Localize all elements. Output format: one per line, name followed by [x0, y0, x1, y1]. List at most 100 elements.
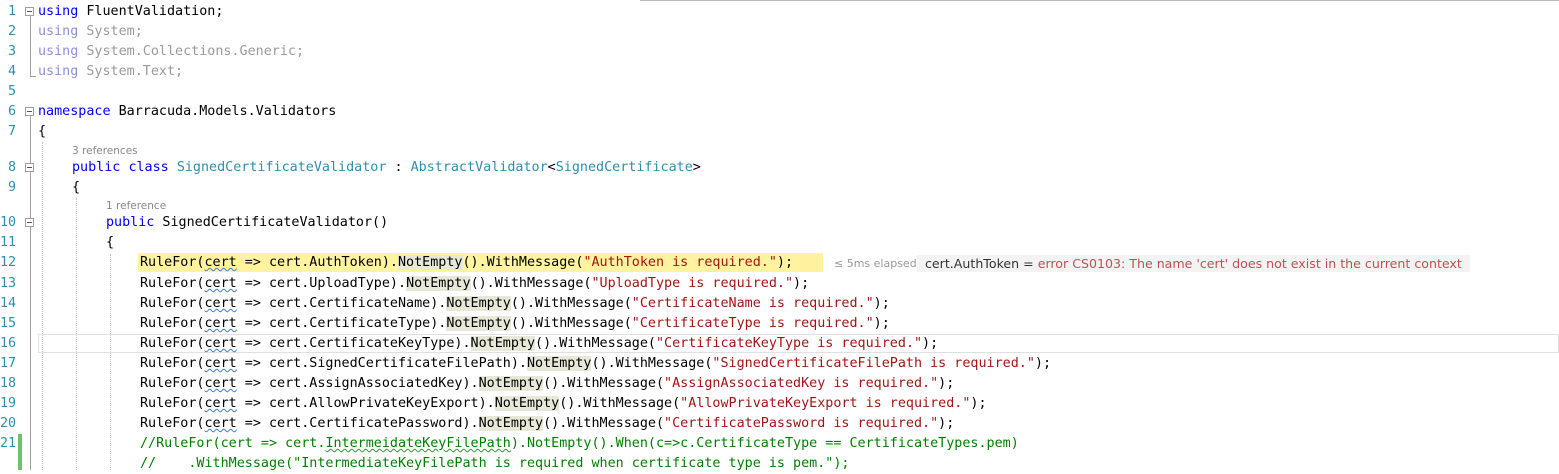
collapse-toggle-icon[interactable] [25, 218, 34, 227]
code-text: namespace Barracuda.Models.Validators [38, 102, 336, 122]
code-line[interactable]: 4 using System.Text; [0, 62, 1559, 82]
code-token: "AuthToken is required." [583, 255, 777, 270]
code-token: > [692, 160, 701, 175]
collapse-toggle-icon[interactable] [25, 163, 34, 172]
code-token: : [386, 160, 411, 175]
code-token: using [38, 44, 79, 59]
code-token: cert [204, 276, 237, 291]
code-token: "AllowPrivateKeyExport is required." [680, 396, 971, 411]
code-token: namespace [38, 104, 111, 119]
line-number: 17 [0, 356, 17, 371]
line-number: 15 [0, 316, 17, 331]
code-token: ); [922, 336, 939, 351]
code-text: RuleFor(cert => cert.AssignAssociatedKey… [140, 374, 954, 394]
code-line[interactable]: 20 RuleFor(cert => cert.CertificatePasswo… [0, 414, 1559, 434]
line-number: 13 [0, 276, 17, 291]
code-token: { [106, 235, 115, 250]
code-line[interactable]: 18 RuleFor(cert => cert.AssignAssociatedK… [0, 374, 1559, 394]
code-text: RuleFor(cert => cert.SignedCertificateFi… [140, 354, 1051, 374]
code-editor[interactable]: 3 references 1 reference ≤ 5ms elapsed c… [0, 0, 1559, 471]
code-line[interactable]: 21 //RuleFor(cert => cert.IntermeidateKey… [0, 434, 1559, 454]
code-token: => cert.AllowPrivateKeyExport). [236, 396, 495, 411]
code-token: // .WithMessage("IntermediateKeyFilePath… [140, 456, 850, 471]
code-line[interactable]: 8 public class SignedCertificateValidator… [0, 158, 1559, 178]
code-token: NotEmpty [398, 255, 463, 270]
code-token: using [38, 24, 79, 39]
collapse-toggle-icon[interactable] [25, 7, 34, 16]
line-number: 4 [7, 64, 16, 79]
line-number: 5 [7, 84, 16, 99]
code-line[interactable]: 9{ [0, 178, 1559, 198]
code-line[interactable]: 11 { [0, 233, 1559, 253]
code-line[interactable]: 16 RuleFor(cert => cert.CertificateKeyTyp… [0, 334, 1559, 354]
code-line[interactable]: 10 public SignedCertificateValidator() [0, 213, 1559, 233]
code-token: //RuleFor(cert => cert. [140, 436, 326, 451]
code-line[interactable]: 3 using System.Collections.Generic; [0, 42, 1559, 62]
code-token: using [38, 4, 79, 19]
code-token: Barracuda.Models.Validators [110, 104, 337, 119]
code-token: ); [1034, 356, 1052, 371]
code-token: cert [204, 396, 237, 411]
codelens-ctor-references[interactable]: 1 reference [106, 200, 166, 212]
code-token: "CertificatePassword is required." [664, 416, 939, 431]
code-token: NotEmpty [446, 316, 511, 331]
code-line[interactable]: // .WithMessage("IntermediateKeyFilePath… [0, 454, 1559, 474]
code-text: using System; [38, 22, 143, 42]
line-number: 6 [7, 104, 16, 119]
code-token: NotEmpty [526, 356, 592, 371]
line-number: 8 [7, 160, 16, 175]
code-token: => cert.AssignAssociatedKey). [236, 376, 479, 391]
code-line[interactable]: 1 using FluentValidation; [0, 2, 1559, 22]
code-token: RuleFor( [140, 316, 205, 331]
code-token: NotEmpty [446, 296, 511, 311]
code-text: using System.Text; [38, 62, 183, 82]
code-line[interactable]: 12 RuleFor(cert => cert.AuthToken).NotEmp… [0, 253, 1559, 273]
code-line[interactable]: 15 RuleFor(cert => cert.CertificateType).… [0, 314, 1559, 334]
line-number: 10 [0, 215, 17, 230]
code-token: "AssignAssociatedKey is required." [664, 376, 939, 391]
line-number: 14 [0, 296, 17, 311]
code-line[interactable]: 13 RuleFor(cert => cert.UploadType).NotEm… [0, 274, 1559, 294]
line-number: 20 [0, 416, 17, 431]
code-token: cert [204, 296, 237, 311]
line-number: 21 [0, 436, 17, 451]
code-token: ); [938, 376, 955, 391]
code-token: public [106, 215, 155, 230]
code-line[interactable]: 2 using System; [0, 22, 1559, 42]
line-number: 9 [7, 180, 16, 195]
code-token: cert [204, 416, 237, 431]
code-line[interactable]: 6 namespace Barracuda.Models.Validators [0, 102, 1559, 122]
code-token: ().WithMessage( [470, 276, 592, 291]
code-token: System; [78, 24, 143, 39]
code-text: RuleFor(cert => cert.AllowPrivateKeyExpo… [140, 394, 987, 414]
code-token: ().WithMessage( [591, 356, 713, 371]
code-token: { [72, 180, 81, 195]
code-token: ().WithMessage( [510, 296, 632, 311]
code-line[interactable]: 7{ [0, 122, 1559, 142]
code-token: "SignedCertificateFilePath is required." [712, 356, 1035, 371]
code-token: System.Text; [78, 64, 184, 79]
code-line[interactable]: 19 RuleFor(cert => cert.AllowPrivateKeyEx… [0, 394, 1559, 414]
code-token: ().WithMessage( [543, 376, 665, 391]
code-text: RuleFor(cert => cert.CertificateKeyType)… [140, 334, 938, 354]
code-line[interactable]: 14 RuleFor(cert => cert.CertificateName).… [0, 294, 1559, 314]
code-text: // .WithMessage("IntermediateKeyFilePath… [140, 454, 849, 474]
codelens-class-references[interactable]: 3 references [72, 145, 138, 157]
code-token: ().WithMessage( [559, 396, 681, 411]
code-token: ); [873, 316, 890, 331]
code-token: ().WithMessage( [543, 416, 665, 431]
line-number: 12 [0, 255, 17, 270]
code-line[interactable]: 5 [0, 82, 1559, 102]
code-token: cert [204, 336, 237, 351]
code-token: < [547, 160, 556, 175]
code-token: NotEmpty [494, 396, 560, 411]
code-token: RuleFor( [140, 376, 205, 391]
code-token: => cert.CertificateKeyType). [236, 336, 471, 351]
code-token: ().WithMessage( [535, 336, 656, 351]
code-token: ); [776, 255, 794, 270]
collapse-toggle-icon[interactable] [25, 107, 34, 116]
code-line[interactable]: 17 RuleFor(cert => cert.SignedCertificate… [0, 354, 1559, 374]
code-token: ); [873, 296, 890, 311]
code-text: RuleFor(cert => cert.CertificateName).No… [140, 294, 890, 314]
